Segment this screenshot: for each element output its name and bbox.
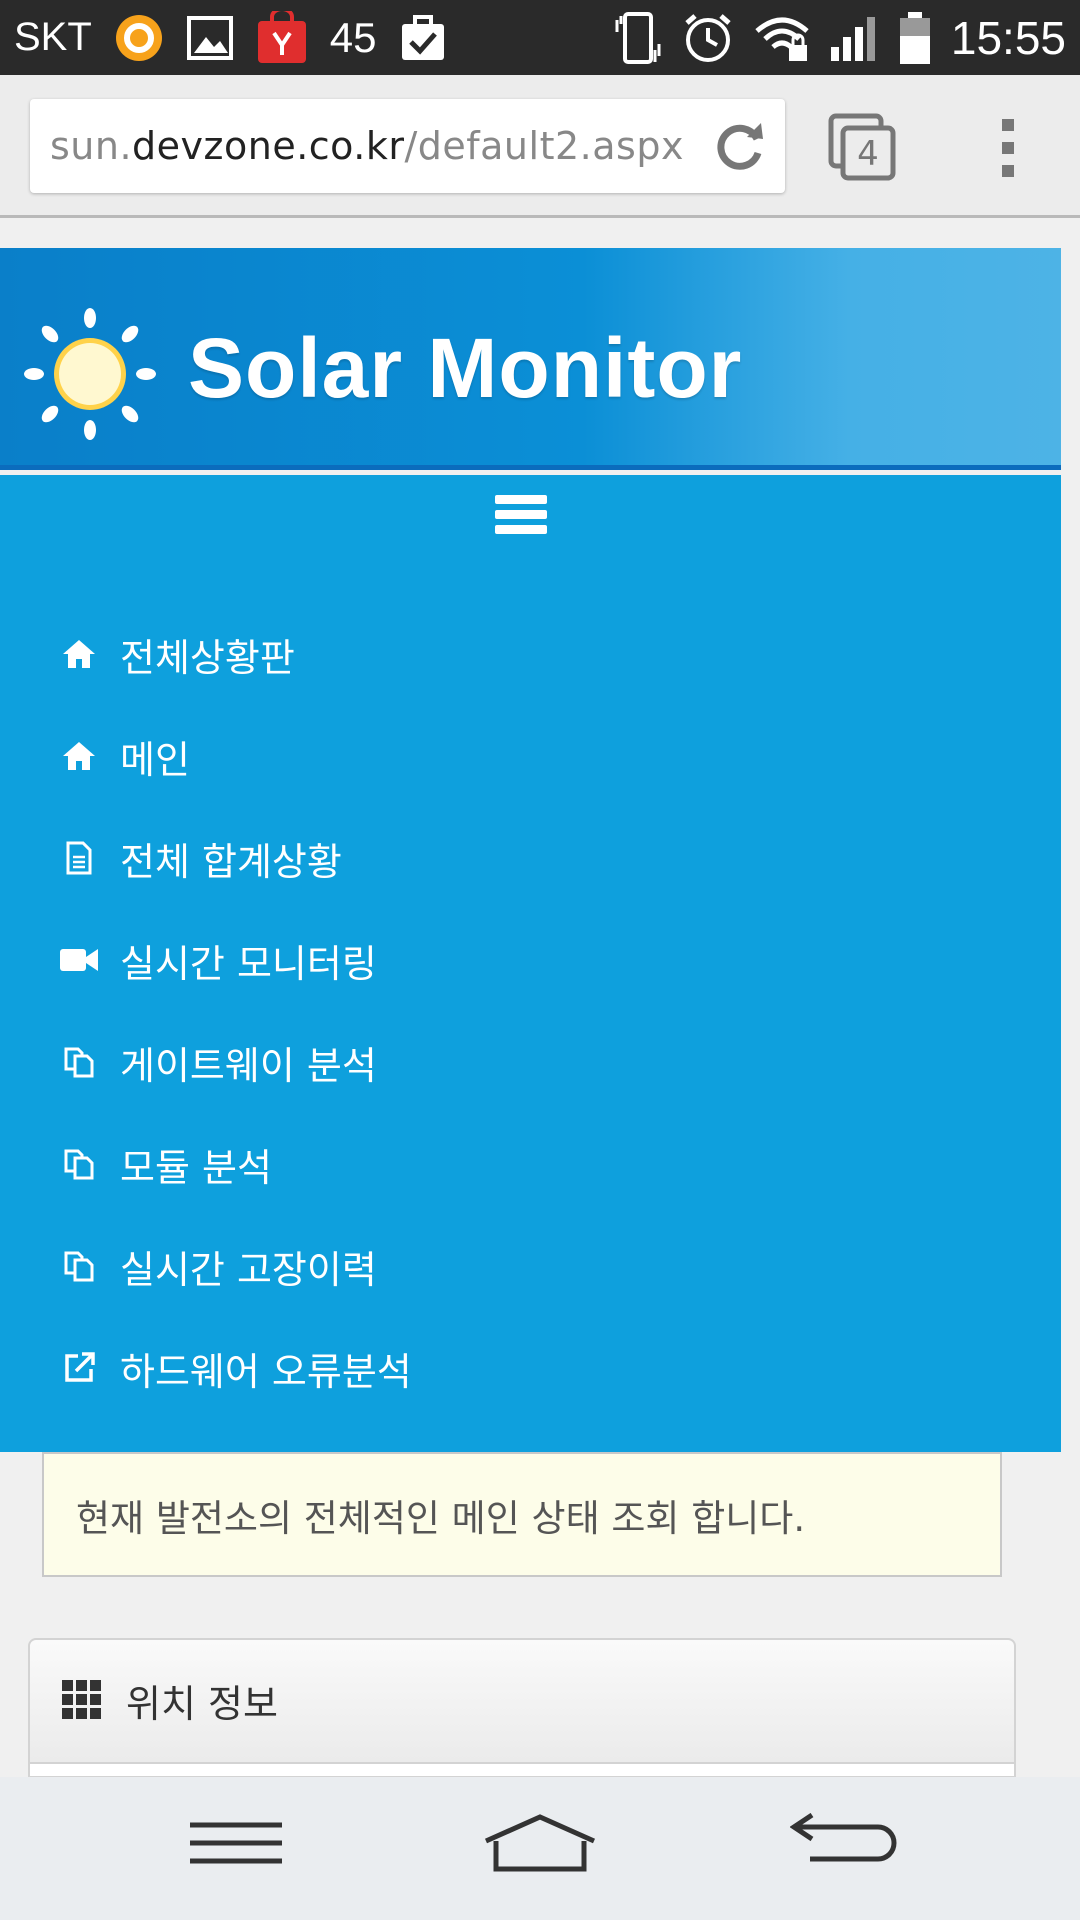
- nav-item-fault-history[interactable]: 실시간 고장이력: [60, 1215, 412, 1317]
- nav-item-label: 실시간 고장이력: [120, 1247, 377, 1292]
- nav-item-main[interactable]: 메인: [60, 705, 412, 807]
- system-nav-bar: [0, 1777, 1080, 1920]
- grid-icon: [60, 1678, 104, 1722]
- nav-item-label: 전체 합계상황: [120, 839, 342, 884]
- carrier-label: SKT: [14, 15, 92, 59]
- status-bar: SKT 45 15:55: [0, 0, 1080, 75]
- copy-icon: [60, 1145, 98, 1183]
- nav-item-label: 전체상황판: [120, 635, 295, 680]
- copy-icon: [60, 1247, 98, 1285]
- olleh-icon: [114, 13, 164, 63]
- home-icon: [60, 737, 98, 775]
- wifi-lock-icon: [753, 13, 811, 63]
- nav-item-module-analysis[interactable]: 모듈 분석: [60, 1113, 412, 1215]
- tab-count: 4: [857, 134, 879, 174]
- file-icon: [60, 839, 98, 877]
- home-icon: [60, 635, 98, 673]
- nav-item-label: 하드웨어 오류분석: [120, 1349, 412, 1394]
- nav-item-label: 실시간 모니터링: [120, 941, 377, 986]
- panel-title: 위치 정보: [126, 1681, 278, 1726]
- task-check-icon: [399, 14, 447, 62]
- browser-toolbar: sun.devzone.co.kr/default2.aspx 4: [0, 75, 1080, 218]
- info-message: 현재 발전소의 전체적인 메인 상태 조회 합니다.: [76, 1496, 806, 1540]
- notification-count: 45: [329, 13, 377, 61]
- copy-icon: [60, 1043, 98, 1081]
- gallery-icon: [186, 15, 234, 61]
- home-button-icon[interactable]: [482, 1813, 598, 1877]
- shopping-bag-icon: [256, 10, 308, 65]
- nav-item-label: 메인: [120, 737, 190, 782]
- video-camera-icon: [60, 941, 98, 979]
- nav-item-realtime-monitoring[interactable]: 실시간 모니터링: [60, 909, 412, 1011]
- nav-item-total-summary[interactable]: 전체 합계상황: [60, 807, 412, 909]
- sun-logo-icon: [22, 306, 158, 442]
- address-bar[interactable]: sun.devzone.co.kr/default2.aspx: [30, 99, 785, 193]
- nav-item-dashboard[interactable]: 전체상황판: [60, 603, 412, 705]
- back-button-icon[interactable]: [789, 1812, 898, 1877]
- hamburger-menu-icon[interactable]: [495, 493, 547, 537]
- site-header: Solar Monitor: [0, 248, 1061, 470]
- panel-header[interactable]: 위치 정보: [30, 1640, 1014, 1760]
- url-text[interactable]: sun.devzone.co.kr/default2.aspx: [50, 124, 684, 168]
- nav-item-label: 모듈 분석: [120, 1145, 272, 1190]
- reload-icon[interactable]: [711, 117, 769, 175]
- recent-apps-icon[interactable]: [188, 1813, 284, 1877]
- alarm-icon: [681, 11, 735, 65]
- tab-switcher-button[interactable]: 4: [828, 113, 898, 183]
- overflow-menu-icon[interactable]: [990, 113, 1026, 183]
- location-info-panel: 위치 정보: [28, 1638, 1016, 1778]
- main-nav: 전체상황판 메인 전체 합계상황 실시간 모니터링 게이트웨이 분석 모듈 분석…: [0, 475, 1061, 1452]
- panel-body: [30, 1762, 1014, 1776]
- battery-icon: [897, 10, 933, 66]
- nav-item-hardware-error-analysis[interactable]: 하드웨어 오류분석: [60, 1317, 412, 1419]
- nav-item-label: 게이트웨이 분석: [120, 1043, 377, 1088]
- external-link-icon: [60, 1349, 98, 1387]
- nav-item-gateway-analysis[interactable]: 게이트웨이 분석: [60, 1011, 412, 1113]
- site-title[interactable]: Solar Monitor: [188, 320, 742, 417]
- info-message-box: 현재 발전소의 전체적인 메인 상태 조회 합니다.: [42, 1452, 1002, 1577]
- vibrate-icon: [613, 10, 663, 66]
- signal-icon: [829, 13, 879, 63]
- clock: 15:55: [950, 11, 1066, 64]
